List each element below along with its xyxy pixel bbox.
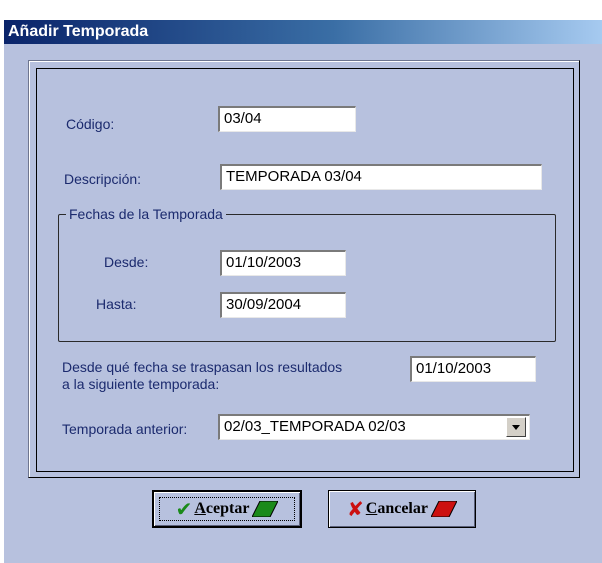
descripcion-label: Descripción: — [64, 171, 142, 187]
desde-label: Desde: — [104, 254, 149, 270]
traspaso-field[interactable]: 01/10/2003 — [410, 356, 536, 382]
desde-field[interactable]: 01/10/2003 — [220, 250, 346, 276]
fechas-group-label: Fechas de la Temporada — [66, 206, 226, 222]
fechas-groupbox — [58, 214, 556, 342]
window-title: Añadir Temporada — [8, 23, 149, 40]
hasta-field[interactable]: 30/09/2004 — [220, 292, 346, 318]
chevron-down-icon[interactable] — [506, 417, 526, 437]
anterior-select-value: 02/03_TEMPORADA 02/03 — [224, 418, 406, 435]
traspaso-label-line1: Desde qué fecha se traspasan los resulta… — [62, 359, 343, 375]
descripcion-field[interactable]: TEMPORADA 03/04 — [220, 164, 542, 190]
aceptar-button[interactable]: ✔ Aceptar — [152, 490, 302, 528]
cancelar-label: Cancelar — [365, 500, 428, 517]
anterior-label: Temporada anterior: — [62, 421, 188, 437]
title-bar[interactable]: Añadir Temporada — [4, 20, 602, 44]
red-slant-icon — [430, 501, 457, 517]
codigo-label: Código: — [66, 116, 115, 132]
hasta-label: Hasta: — [96, 296, 137, 312]
codigo-field[interactable]: 03/04 — [218, 106, 356, 132]
check-icon: ✔ — [175, 497, 193, 521]
traspaso-label-line2: a la siguiente temporada: — [62, 376, 220, 392]
anterior-select[interactable]: 02/03_TEMPORADA 02/03 — [218, 414, 530, 440]
green-slant-icon — [252, 501, 279, 517]
aceptar-label: Aceptar — [194, 500, 250, 517]
cancelar-button[interactable]: ✘ Cancelar — [328, 490, 476, 528]
x-icon: ✘ — [347, 497, 364, 521]
